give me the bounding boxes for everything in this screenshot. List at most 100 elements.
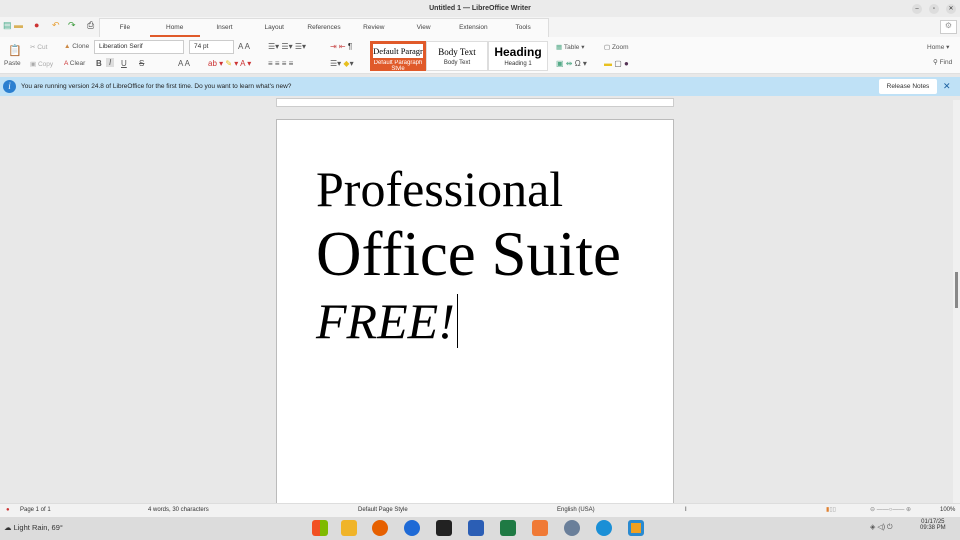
find-button[interactable]: ⚲ Find <box>933 58 952 66</box>
save-icon[interactable]: ● <box>34 20 39 30</box>
tab-view[interactable]: View <box>399 19 449 37</box>
weather-label: Light Rain, 69° <box>13 523 63 532</box>
status-bar: ● Page 1 of 1 4 words, 30 characters Def… <box>0 503 960 517</box>
weather-widget[interactable]: ☁ Light Rain, 69° <box>4 523 63 532</box>
redo-icon[interactable]: ↷ <box>68 20 76 31</box>
time: 09:38 PM <box>920 525 946 531</box>
horizontal-ruler[interactable] <box>276 98 674 107</box>
title-bar: Untitled 1 — LibreOffice Writer <box>0 0 960 17</box>
new-document-icon[interactable]: ▤ <box>3 20 12 31</box>
home-dropdown[interactable]: Home ▾ <box>927 43 949 51</box>
excel-icon[interactable] <box>500 520 516 536</box>
clone-label: Clone <box>72 43 90 50</box>
style-body-text[interactable]: Body Text Body Text <box>426 41 488 71</box>
thunderbird-icon[interactable] <box>404 520 420 536</box>
infobar-message: You are running version 24.8 of LibreOff… <box>21 83 292 90</box>
find-label: Find <box>939 59 953 66</box>
underline-button[interactable]: U <box>121 59 127 68</box>
clear-icon: A <box>64 60 68 67</box>
tab-file[interactable]: File <box>100 19 150 37</box>
settings-icon[interactable] <box>564 520 580 536</box>
font-size-field[interactable]: 74 pt <box>189 40 234 54</box>
strikethrough-button[interactable]: S <box>139 59 144 68</box>
text-cursor <box>457 294 458 348</box>
word-icon[interactable] <box>468 520 484 536</box>
table-button[interactable]: ▦ Table ▾ <box>556 43 584 51</box>
clone-icon: ▲ <box>64 43 71 50</box>
language[interactable]: English (USA) <box>557 504 595 517</box>
tab-extension[interactable]: Extension <box>448 19 498 37</box>
selection-mode-icon[interactable]: I <box>685 504 687 517</box>
copy-button[interactable]: ▣ Copy <box>30 60 53 68</box>
style-preview: Default Paragr <box>373 44 423 58</box>
start-menu-icon[interactable] <box>312 520 328 536</box>
document-page[interactable]: Professional Office Suite FREE! <box>276 119 674 509</box>
paste-icon[interactable]: 📋 <box>8 44 22 57</box>
tab-layout[interactable]: Layout <box>249 19 299 37</box>
document-modified-icon: ● <box>6 507 10 513</box>
tab-home[interactable]: Home <box>149 19 200 37</box>
view-layout-icons[interactable]: ▮▯▯ <box>826 504 836 517</box>
insert-icons[interactable]: ▣ ⇹ Ω ▾ <box>556 59 587 68</box>
table-label: Table <box>563 44 580 51</box>
window-title: Untitled 1 — LibreOffice Writer <box>429 5 531 12</box>
ribbon-tabs: File Home Insert Layout References Revie… <box>99 18 549 37</box>
minimize-button[interactable]: – <box>912 4 922 14</box>
home-dropdown-label: Home <box>927 44 945 51</box>
tab-insert[interactable]: Insert <box>200 19 250 37</box>
copy-label: Copy <box>37 61 54 68</box>
subscript-superscript-icon[interactable]: A A <box>178 59 190 68</box>
release-notes-button[interactable]: Release Notes <box>879 79 937 94</box>
italic-button[interactable]: I <box>106 58 115 67</box>
firefox-icon[interactable] <box>372 520 388 536</box>
system-tray-icons[interactable]: ◈ ◁) ⏻ <box>870 523 893 532</box>
list-icons[interactable]: ☰▾ ☰▾ ☰▾ <box>268 42 306 51</box>
table-icon: ▦ <box>556 44 563 51</box>
clone-button[interactable]: ▲ Clone <box>64 43 89 50</box>
paste-button[interactable]: Paste <box>4 60 21 67</box>
vertical-scrollbar[interactable] <box>953 100 960 503</box>
zoom-slider[interactable]: ⊖ ——○—— ⊕ <box>870 504 911 517</box>
word-count[interactable]: 4 words, 30 characters <box>148 504 209 517</box>
page-count[interactable]: Page 1 of 1 <box>20 504 51 517</box>
media-player-icon[interactable] <box>436 520 452 536</box>
indent-icons[interactable]: ⇥ ⇤ ¶ <box>330 42 352 51</box>
undo-icon[interactable]: ↶ <box>52 20 60 31</box>
tab-review[interactable]: Review <box>349 19 399 37</box>
zoom-level[interactable]: 100% <box>940 504 955 517</box>
style-default-paragraph[interactable]: Default Paragr Default Paragraph Style <box>370 41 426 71</box>
settings-gear-icon[interactable]: ⚙ <box>940 20 957 34</box>
page-style[interactable]: Default Page Style <box>358 504 408 517</box>
open-folder-icon[interactable]: ▬ <box>14 20 23 30</box>
tab-references[interactable]: References <box>299 19 349 37</box>
virtual-machine-icon[interactable] <box>628 520 644 536</box>
app-store-icon[interactable] <box>532 520 548 536</box>
zoom-button[interactable]: ▢ Zoom <box>604 43 629 51</box>
file-explorer-icon[interactable] <box>341 520 357 536</box>
grow-font-icon[interactable]: A A <box>238 42 250 51</box>
font-name-field[interactable]: Liberation Serif <box>94 40 184 54</box>
edge-icon[interactable] <box>596 520 612 536</box>
cut-button[interactable]: ✂ Cut <box>30 43 47 51</box>
style-label: Body Text <box>443 60 471 66</box>
style-preview: Heading <box>494 45 542 59</box>
clock[interactable]: 01/17/25 09:38 PM <box>920 519 946 531</box>
print-icon[interactable]: ⎙ <box>87 20 94 31</box>
style-label: Heading 1 <box>504 61 532 67</box>
restore-button[interactable]: ▫ <box>929 4 939 14</box>
tab-tools[interactable]: Tools <box>498 19 548 37</box>
line-spacing-icons[interactable]: ☰▾ ◆▾ <box>330 59 354 68</box>
clear-label: Clear <box>69 60 86 67</box>
close-infobar-button[interactable]: ✕ <box>943 81 951 92</box>
style-heading-1[interactable]: Heading Heading 1 <box>488 41 548 71</box>
clear-button[interactable]: A Clear <box>64 60 85 67</box>
special-character-icon: Ω <box>574 59 581 68</box>
close-window-button[interactable]: ✕ <box>946 4 956 14</box>
align-icons[interactable]: ≡ ≡ ≡ ≡ <box>268 59 293 68</box>
comment-icons[interactable]: ▬ ▢ ● <box>604 59 629 68</box>
scrollbar-thumb[interactable] <box>955 272 958 308</box>
bold-button[interactable]: B <box>96 59 102 68</box>
search-icon: ⚲ <box>933 59 938 66</box>
info-icon: i <box>3 80 16 93</box>
highlight-color-icons[interactable]: ab ▾ ✎ ▾ A ▾ <box>208 59 251 68</box>
